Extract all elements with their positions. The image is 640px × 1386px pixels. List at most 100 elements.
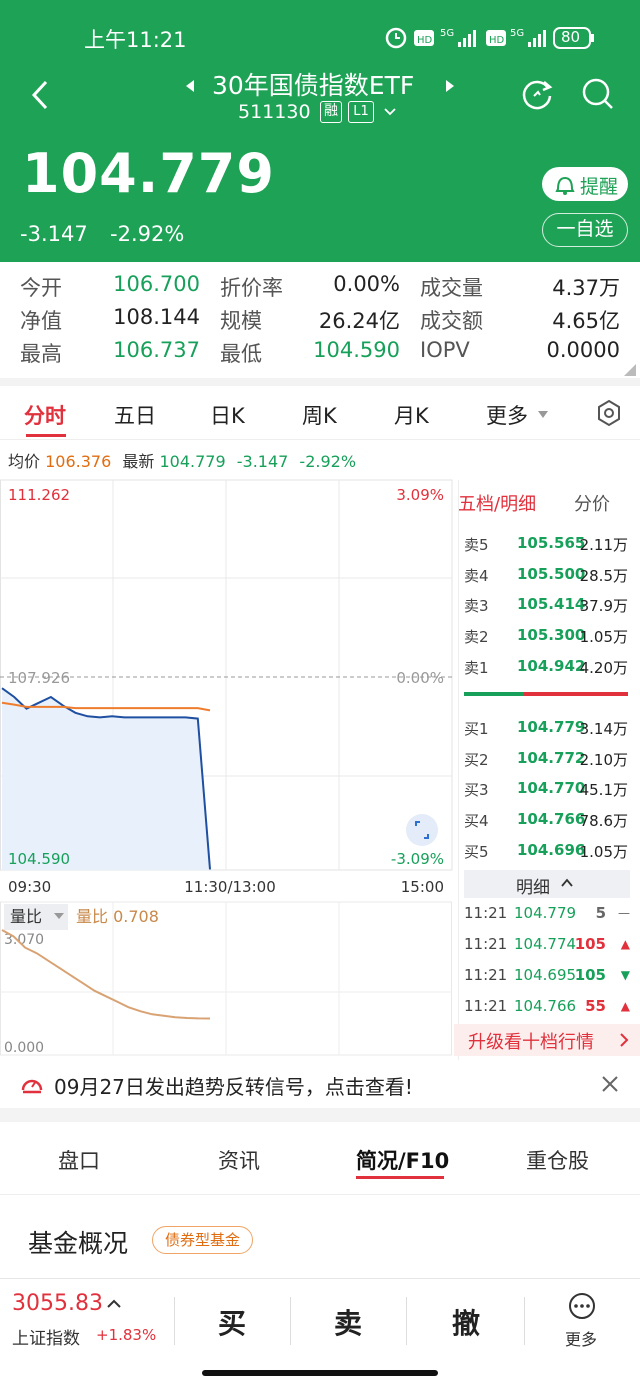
tick-volume: 5 [595, 904, 606, 922]
latest-label: 最新 [122, 452, 155, 471]
detail-toggle[interactable]: 明细 [464, 870, 630, 898]
close-icon[interactable] [600, 1074, 620, 1094]
order-volume: 45.1万 [579, 781, 628, 800]
more-button[interactable] [568, 1292, 596, 1320]
order-price: 104.696 [517, 840, 586, 859]
header: 上午11:21 HD 5G HD 5G 80 30年国债指数ETF 511130… [0, 0, 640, 262]
tick-volume: 105 [574, 966, 606, 984]
tab-news[interactable]: 资讯 [218, 1145, 260, 1175]
price-change-pct: -2.92% [110, 222, 185, 246]
order-price: 105.414 [517, 595, 586, 614]
triangle-down-icon [538, 411, 548, 418]
refresh-icon [522, 80, 553, 110]
latest-pct: -2.92% [299, 452, 357, 471]
order-volume: 2.10万 [579, 750, 628, 769]
tick-row: 11:21 104.779 5 — [462, 900, 634, 928]
refresh-button[interactable] [520, 76, 556, 112]
orderbook-tab[interactable]: 五档/明细 [458, 490, 536, 516]
fullscreen-button[interactable] [406, 814, 438, 846]
order-volume: 2.11万 [579, 536, 628, 554]
code-dropdown[interactable] [382, 104, 398, 118]
avg-bar: 均价 106.376 最新 104.779 -3.147 -2.92% [8, 448, 356, 472]
level-badge: L1 [348, 101, 374, 123]
price-area [2, 688, 210, 870]
tab-holdings[interactable]: 重仓股 [526, 1145, 589, 1175]
order-price: 104.942 [517, 656, 586, 675]
tick-direction-icon: ▼ [620, 968, 630, 982]
quote-value: 104.590 [313, 338, 400, 362]
buy-order-row[interactable]: 买5 104.696 1.05万 [462, 837, 632, 865]
tab-handicap[interactable]: 盘口 [58, 1145, 100, 1175]
chart-tab-bar: 分时 五日 日K 周K 月K 更多 [0, 386, 640, 440]
buy-order-row[interactable]: 买2 104.772 2.10万 [462, 745, 632, 773]
back-button[interactable] [26, 78, 56, 112]
level-label: 买4 [464, 812, 489, 831]
order-volume: 28.5万 [579, 566, 628, 585]
svg-text:HD: HD [417, 35, 433, 46]
quote-label: 成交额 [420, 309, 483, 333]
order-volume: 1.05万 [579, 628, 628, 647]
home-indicator [202, 1370, 438, 1376]
sell-order-row[interactable]: 卖1 104.942 4.20万 [462, 653, 632, 681]
intraday-chart[interactable]: 111.262 107.926 104.590 3.09% 0.00% -3.09% 09:… [0, 478, 455, 898]
sell-button[interactable]: 卖 [334, 1302, 362, 1342]
x-tick-label: 09:30 [8, 878, 51, 896]
sell-order-row[interactable]: 卖4 105.500 28.5万 [462, 561, 632, 589]
cancel-order-button[interactable]: 撤 [452, 1302, 480, 1342]
battery-level: 80 [561, 28, 581, 46]
expand-corner-icon[interactable] [622, 362, 638, 378]
tab-intraday[interactable]: 分时 [24, 400, 66, 430]
order-volume: 1.05万 [579, 842, 628, 861]
remind-button[interactable]: 提醒 [542, 167, 628, 201]
latest-change: -3.147 [236, 452, 289, 471]
price-dist-tab[interactable]: 分价 [574, 490, 610, 516]
search-button[interactable] [580, 76, 616, 112]
tab-more[interactable]: 更多 [486, 400, 528, 430]
buy-sell-bar-green [464, 692, 524, 696]
tick-volume: 105 [574, 935, 606, 953]
buy-order-row[interactable]: 买3 104.770 45.1万 [462, 775, 632, 803]
sell-order-row[interactable]: 卖5 105.565 2.11万 [462, 530, 632, 558]
orderbook-divider [458, 480, 459, 1060]
sell-order-row[interactable]: 卖2 105.300 1.05万 [462, 622, 632, 650]
svg-text:5G: 5G [440, 28, 454, 39]
settings-icon[interactable] [594, 398, 624, 428]
upgrade-banner[interactable]: 升级看十档行情 [454, 1024, 640, 1056]
tab-profile[interactable]: 简况/F10 [356, 1145, 449, 1175]
index-value[interactable]: 3055.83 [12, 1291, 103, 1316]
tab-weekly-k[interactable]: 周K [302, 400, 337, 430]
next-stock-button[interactable] [442, 78, 456, 94]
signal-notice[interactable]: 09月27日发出趋势反转信号，点击查看! [0, 1060, 640, 1108]
tick-row: 11:21 104.774 105 ▲ [462, 931, 634, 959]
more-label: 更多 [565, 1330, 598, 1349]
quote-value: 106.737 [113, 338, 200, 362]
tick-price: 104.774 [514, 935, 577, 953]
buy-order-row[interactable]: 买4 104.766 78.6万 [462, 806, 632, 834]
quote-panel: 今开 106.700 折价率 0.00% 成交量 4.37万 净值 108.144 规模 26.2… [0, 262, 640, 382]
quote-label: 今开 [20, 276, 62, 300]
notice-text: 09月27日发出趋势反转信号，点击查看! [54, 1075, 413, 1099]
prev-stock-button[interactable] [184, 78, 198, 94]
volume-ratio-chart[interactable]: 量比 量比 0.7083.0700.000 [0, 900, 455, 1060]
remind-label: 提醒 [580, 176, 619, 198]
quote-value: 0.0000 [546, 338, 620, 362]
buy-order-row[interactable]: 买1 104.779 3.14万 [462, 714, 632, 742]
chevron-up-icon[interactable] [106, 1297, 122, 1311]
tab-daily-k[interactable]: 日K [210, 400, 245, 430]
tick-direction-icon: ▲ [620, 937, 630, 951]
watchlist-button[interactable]: 一自选 [542, 213, 628, 247]
tab-monthly-k[interactable]: 月K [394, 400, 429, 430]
stock-title: 30年国债指数ETF [212, 71, 415, 100]
tick-direction-icon: — [618, 906, 630, 920]
tab-five-day[interactable]: 五日 [114, 400, 156, 430]
tick-time: 11:21 [464, 935, 508, 953]
divider [0, 1108, 640, 1122]
quote-label: 最低 [220, 342, 262, 366]
fund-overview-title: 基金概况 [28, 1229, 129, 1258]
sell-order-row[interactable]: 卖3 105.414 37.9万 [462, 591, 632, 619]
quote-value: 0.00% [333, 272, 400, 296]
x-tick-label: 11:30/13:00 [184, 878, 276, 896]
avg-label: 均价 [8, 452, 41, 471]
buy-button[interactable]: 买 [218, 1302, 246, 1342]
triangle-left-icon [186, 80, 194, 92]
